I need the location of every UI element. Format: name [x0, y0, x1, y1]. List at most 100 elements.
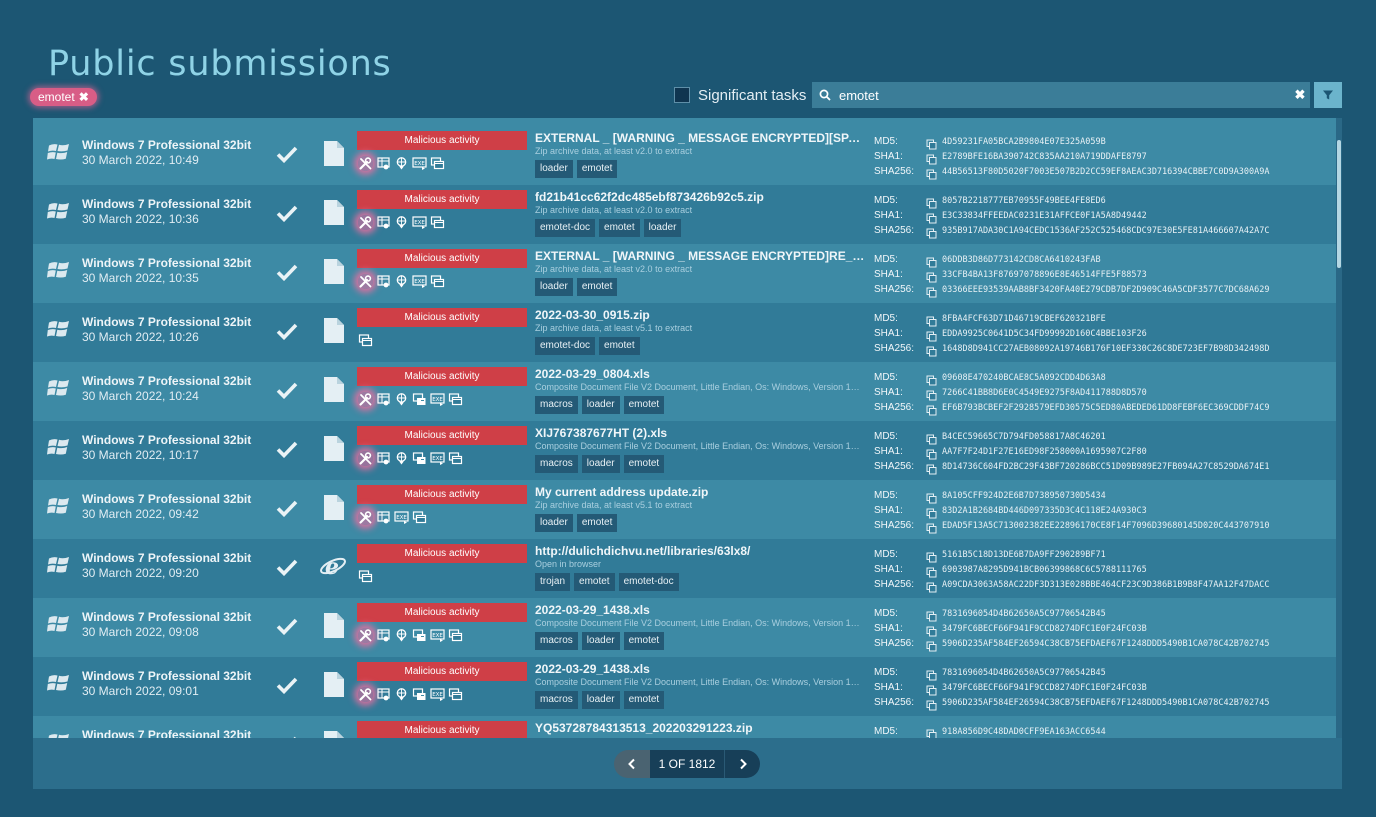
file-name[interactable]: 2022-03-30_0915.zip [535, 308, 865, 322]
submission-row[interactable]: Windows 7 Professional 32bit 30 March 20… [33, 480, 1336, 539]
copy-icon[interactable] [926, 211, 940, 223]
copy-icon[interactable] [926, 285, 940, 297]
copy-icon[interactable] [926, 447, 940, 459]
copy-icon[interactable] [926, 255, 940, 267]
file-name[interactable]: EXTERNAL _ [WARNING _ MESSAGE ENCRYPTED]… [535, 131, 865, 145]
copy-icon[interactable] [926, 491, 940, 503]
tag-chip[interactable]: loader [581, 632, 620, 650]
submissions-panel: Windows 7 Professional 32bit 30 March 20… [33, 118, 1342, 789]
tag-chip[interactable]: emotet [623, 455, 665, 473]
copy-icon[interactable] [926, 314, 940, 326]
copy-icon[interactable] [926, 624, 940, 636]
md5-line: MD5: 8FBA4FCF63D71D46719CBEF620321BFE [874, 311, 1340, 326]
search-input[interactable] [839, 87, 1290, 103]
copy-icon[interactable] [926, 609, 940, 621]
tag-chip[interactable]: loader [643, 219, 682, 237]
tag-chip[interactable]: macros [535, 632, 578, 650]
copy-icon[interactable] [926, 521, 940, 533]
tag-chip[interactable]: emotet [623, 396, 665, 414]
copy-icon[interactable] [926, 373, 940, 385]
copy-icon[interactable] [926, 196, 940, 208]
file-name[interactable]: 2022-03-29_0804.xls [535, 367, 865, 381]
tag-chip[interactable]: emotet-doc [618, 573, 679, 591]
clear-search-icon[interactable]: ✖ [1290, 87, 1310, 103]
tag-chip[interactable]: emotet [576, 160, 618, 178]
copy-icon[interactable] [926, 152, 940, 164]
tag-chip[interactable]: emotet-doc [535, 337, 596, 355]
tag-list: emotet-doc emotet [535, 337, 640, 355]
sha256-value: 1648D8D941CC27AEB08092A19746B176F10EF330… [942, 343, 1270, 354]
file-name[interactable]: http://dulichdichvu.net/libraries/63lx8/ [535, 544, 865, 558]
copy-icon[interactable] [926, 639, 940, 651]
copy-icon[interactable] [926, 388, 940, 400]
list-scrollbar-thumb[interactable] [1337, 140, 1341, 268]
submission-row[interactable]: Windows 7 Professional 32bit 30 March 20… [33, 598, 1336, 657]
significant-tasks-toggle[interactable]: Significant tasks [674, 86, 806, 104]
file-name[interactable]: YQ53728784313513_202203291223.zip [535, 721, 865, 735]
copy-icon[interactable] [926, 683, 940, 695]
file-name[interactable]: 2022-03-29_1438.xls [535, 662, 865, 676]
tag-chip[interactable]: loader [581, 455, 620, 473]
copy-icon[interactable] [926, 580, 940, 592]
copy-icon[interactable] [926, 344, 940, 356]
tag-chip[interactable]: macros [535, 455, 578, 473]
copy-icon[interactable] [926, 506, 940, 518]
copy-icon[interactable] [926, 550, 940, 562]
md5-line: MD5: 8057B2218777EB70955F49BEE4FE8ED6 [874, 193, 1340, 208]
copy-icon[interactable] [926, 698, 940, 710]
tag-chip[interactable]: emotet [599, 219, 640, 237]
md5-line: MD5: 8A105CFF924D2E6B7D738950730D5434 [874, 488, 1340, 503]
submission-row[interactable]: Windows 7 Professional 32bit 30 March 20… [33, 539, 1336, 598]
copy-icon[interactable] [926, 167, 940, 179]
tag-chip[interactable]: emotet [623, 632, 665, 650]
copy-icon[interactable] [926, 137, 940, 149]
file-name[interactable]: fd21b41cc62f2dc485ebf873426b92c5.zip [535, 190, 865, 204]
network-icon [376, 510, 391, 525]
submission-row[interactable]: Windows 7 Professional 32bit 30 March 20… [33, 657, 1336, 716]
remove-tag-icon[interactable]: ✖ [79, 90, 89, 104]
tag-chip[interactable]: loader [535, 514, 573, 532]
tag-chip[interactable]: loader [535, 160, 573, 178]
copy-icon[interactable] [926, 226, 940, 238]
copy-icon[interactable] [926, 565, 940, 577]
svg-text:EXE: EXE [432, 397, 443, 403]
submission-date: 30 March 2022, 09:08 [82, 625, 199, 639]
file-name[interactable]: 2022-03-29_1438.xls [535, 603, 865, 617]
tag-chip[interactable]: emotet [599, 337, 640, 355]
filter-button[interactable] [1314, 82, 1342, 108]
submission-row[interactable]: Windows 7 Professional 32bit 30 March 20… [33, 244, 1336, 303]
submission-row[interactable]: Windows 7 Professional 32bit 30 March 20… [33, 362, 1336, 421]
submission-row[interactable]: Windows 7 Professional 32bit 30 March 20… [33, 303, 1336, 362]
submission-row[interactable]: Windows 7 Professional 32bit 30 March 20… [33, 126, 1336, 185]
tag-chip[interactable]: loader [581, 691, 620, 709]
copy-icon[interactable] [926, 668, 940, 680]
prev-page-button[interactable] [614, 750, 650, 778]
significant-tasks-checkbox[interactable] [674, 87, 690, 103]
tag-chip[interactable]: macros [535, 691, 578, 709]
tag-chip[interactable]: emotet [576, 514, 618, 532]
submission-date: 30 March 2022, 09:01 [82, 684, 199, 698]
copy-icon[interactable] [926, 432, 940, 444]
tag-chip[interactable]: macros [535, 396, 578, 414]
tag-chip[interactable]: loader [581, 396, 620, 414]
submission-row[interactable]: Windows 7 Professional 32bit Malicious a… [33, 716, 1336, 738]
tag-chip[interactable]: trojan [535, 573, 571, 591]
copy-icon[interactable] [926, 403, 940, 415]
tag-chip[interactable]: loader [535, 278, 573, 296]
submission-row[interactable]: Windows 7 Professional 32bit 30 March 20… [33, 421, 1336, 480]
active-tag-filter[interactable]: emotet ✖ [30, 88, 97, 106]
tag-chip[interactable]: emotet [623, 691, 665, 709]
tag-list: macros loader emotet [535, 396, 665, 414]
copy-icon[interactable] [926, 727, 940, 738]
file-name[interactable]: EXTERNAL _ [WARNING _ MESSAGE ENCRYPTED]… [535, 249, 865, 263]
copy-icon[interactable] [926, 462, 940, 474]
submission-row[interactable]: Windows 7 Professional 32bit 30 March 20… [33, 185, 1336, 244]
copy-icon[interactable] [926, 270, 940, 282]
tag-chip[interactable]: emotet [576, 278, 618, 296]
tag-chip[interactable]: emotet-doc [535, 219, 596, 237]
next-page-button[interactable] [724, 750, 760, 778]
file-name[interactable]: My current address update.zip [535, 485, 865, 499]
tag-chip[interactable]: emotet [574, 573, 615, 591]
file-name[interactable]: XIJ767387677HT (2).xls [535, 426, 865, 440]
copy-icon[interactable] [926, 329, 940, 341]
